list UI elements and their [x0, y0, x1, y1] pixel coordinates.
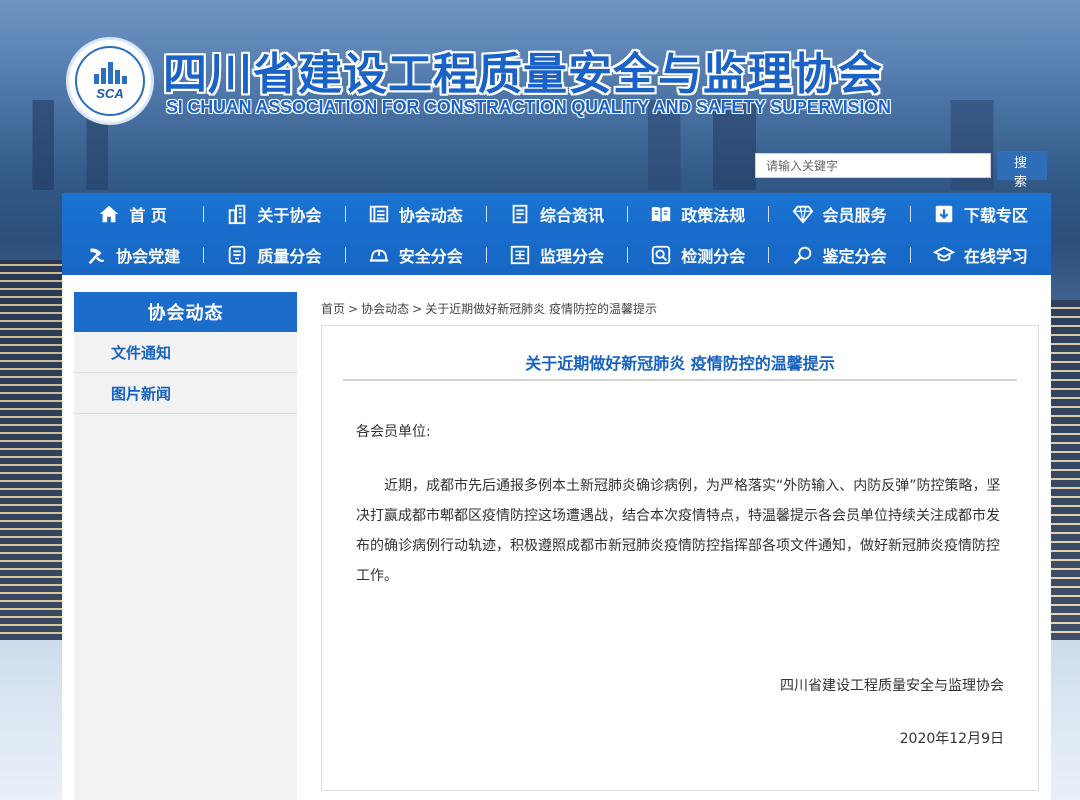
nav-item-download[interactable]: 下载专区	[909, 193, 1051, 234]
nav-label: 安全分会	[398, 246, 463, 266]
nav-item-appraisal[interactable]: 鉴定分会	[768, 234, 909, 275]
nav-item-about[interactable]: 关于协会	[203, 193, 344, 234]
nav-item-supervision[interactable]: 监理分会	[485, 234, 627, 275]
party-emblem-icon	[85, 244, 107, 266]
nav-label: 检测分会	[681, 246, 746, 266]
book-icon	[650, 203, 672, 225]
search-button[interactable]: 搜 索	[997, 151, 1047, 190]
nav-label: 关于协会	[257, 205, 322, 225]
background-building-left	[0, 260, 62, 640]
magnifier-icon	[792, 244, 814, 266]
background-building-right	[1050, 300, 1080, 640]
article-body: 近期，成都市先后通报多例本土新冠肺炎确诊病例，为严格落实“外防输入、内防反弹”防…	[356, 478, 1001, 584]
nav-label: 会员服务	[822, 205, 887, 225]
supervision-icon	[509, 244, 531, 266]
building-icon	[226, 203, 248, 225]
site-title: 四川省建设工程质量安全与监理协会	[163, 49, 883, 100]
nav-label: 下载专区	[963, 205, 1028, 225]
breadcrumb-current: 关于近期做好新冠肺炎 疫情防控的温馨提示	[425, 302, 657, 316]
nav-item-safety[interactable]: 安全分会	[344, 234, 486, 275]
nav-item-learning[interactable]: 在线学习	[909, 234, 1051, 275]
breadcrumb-separator: >	[412, 302, 423, 316]
title-divider	[343, 379, 1017, 381]
article-signature: 四川省建设工程质量安全与监理协会	[780, 678, 1004, 694]
diamond-icon	[792, 203, 814, 225]
graduation-cap-icon	[932, 244, 955, 266]
nav-label: 综合资讯	[539, 205, 604, 225]
helmet-icon	[368, 244, 390, 266]
logo-text: SCA	[96, 85, 124, 101]
home-icon	[98, 203, 120, 225]
news-icon	[368, 203, 390, 225]
nav-item-home[interactable]: 首 页	[62, 193, 203, 234]
sidebar-heading: 协会动态	[74, 292, 297, 332]
download-icon	[933, 203, 955, 225]
nav-item-info[interactable]: 综合资讯	[485, 193, 627, 234]
nav-label: 协会党建	[116, 246, 181, 266]
nav-label: 在线学习	[963, 246, 1028, 266]
nav-label: 首 页	[129, 205, 167, 225]
nav-label: 质量分会	[257, 246, 322, 266]
sidebar-menu: 文件通知 图片新闻	[74, 332, 297, 800]
nav-item-news[interactable]: 协会动态	[344, 193, 486, 234]
nav-label: 政策法规	[681, 205, 746, 225]
breadcrumb-news-link[interactable]: 协会动态	[361, 302, 409, 316]
sidebar-item-notices[interactable]: 文件通知	[74, 332, 297, 373]
nav-item-member[interactable]: 会员服务	[768, 193, 909, 234]
article-panel: 关于近期做好新冠肺炎 疫情防控的温馨提示 各会员单位: 近期，成都市先后通报多例…	[321, 325, 1039, 791]
sidebar-item-photo-news[interactable]: 图片新闻	[74, 373, 297, 414]
nav-item-policy[interactable]: 政策法规	[627, 193, 768, 234]
nav-row-2: 协会党建 质量分会 安全分会 监理分会 检测分会 鉴定分会 在线学习	[62, 234, 1051, 275]
content-area: 协会动态 文件通知 图片新闻 首页 > 协会动态 > 关于近期做好新冠肺炎 疫情防控的温…	[62, 275, 1051, 800]
article-title: 关于近期做好新冠肺炎 疫情防控的温馨提示	[525, 354, 835, 373]
article-salutation: 各会员单位:	[356, 424, 431, 440]
logo-emblem: SCA	[75, 46, 145, 116]
breadcrumb-separator: >	[348, 302, 359, 316]
main-nav: 首 页 关于协会 协会动态 综合资讯 政策法规 会员服务 下载专区 协会党建 质…	[62, 193, 1051, 275]
site-subtitle: SI CHUAN ASSOCIATION FOR CONSTRACTION QU…	[166, 97, 891, 117]
nav-label: 监理分会	[539, 246, 604, 266]
breadcrumb-home-link[interactable]: 首页	[321, 302, 345, 316]
logo-buildings-icon	[93, 61, 127, 84]
site-logo[interactable]: SCA	[66, 37, 154, 125]
nav-row-1: 首 页 关于协会 协会动态 综合资讯 政策法规 会员服务 下载专区	[62, 193, 1051, 234]
search-input[interactable]	[755, 153, 991, 178]
nav-item-quality[interactable]: 质量分会	[203, 234, 344, 275]
nav-item-party[interactable]: 协会党建	[62, 234, 203, 275]
nav-label: 鉴定分会	[822, 246, 887, 266]
sidebar: 协会动态 文件通知 图片新闻	[74, 292, 297, 800]
article-date: 2020年12月9日	[899, 731, 1004, 747]
inspection-icon	[650, 244, 672, 266]
nav-item-inspection[interactable]: 检测分会	[627, 234, 768, 275]
quality-icon	[226, 244, 248, 266]
nav-label: 协会动态	[398, 205, 463, 225]
document-icon	[509, 203, 531, 225]
breadcrumb: 首页 > 协会动态 > 关于近期做好新冠肺炎 疫情防控的温馨提示	[321, 300, 657, 317]
